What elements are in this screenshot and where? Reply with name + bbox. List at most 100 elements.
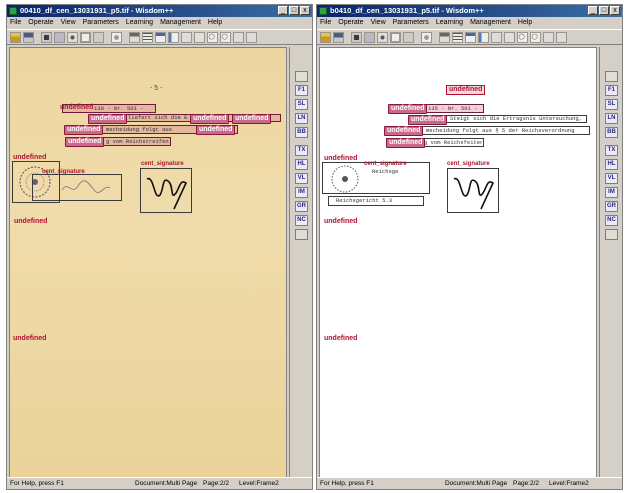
open-icon[interactable] bbox=[320, 32, 331, 43]
layout-icon[interactable] bbox=[93, 32, 104, 43]
side-button-gr[interactable]: GR bbox=[295, 201, 308, 212]
zoom-out-icon[interactable] bbox=[220, 32, 231, 43]
signature-image bbox=[453, 177, 495, 210]
settings-icon[interactable] bbox=[377, 32, 388, 43]
document-icon[interactable] bbox=[155, 32, 166, 43]
menu-learning[interactable]: Learning bbox=[126, 17, 153, 28]
frame-icon[interactable] bbox=[194, 32, 205, 43]
page-icon[interactable] bbox=[80, 32, 91, 43]
monitor-icon[interactable] bbox=[41, 32, 52, 43]
status-level: Level:Frame2 bbox=[549, 480, 589, 487]
side-button-ln[interactable]: LN bbox=[295, 113, 308, 124]
side-button-f1[interactable]: F1 bbox=[605, 85, 618, 96]
side-button-sl[interactable]: SL bbox=[295, 99, 308, 110]
document-canvas[interactable]: - 5 - undefined 130 - Nr. 501 - undefine… bbox=[9, 47, 287, 478]
side-button-bb[interactable]: BB bbox=[295, 127, 308, 138]
prev-page-icon[interactable] bbox=[543, 32, 554, 43]
menu-parameters[interactable]: Parameters bbox=[83, 17, 119, 28]
monitor-icon[interactable] bbox=[351, 32, 362, 43]
stamp-image bbox=[331, 165, 359, 193]
layout-icon[interactable] bbox=[403, 32, 414, 43]
side-button-bb[interactable]: BB bbox=[605, 127, 618, 138]
chart-icon[interactable] bbox=[168, 32, 179, 43]
side-button-blank[interactable] bbox=[605, 229, 618, 240]
menu-operate[interactable]: Operate bbox=[338, 17, 363, 28]
text-line: mecheidung folgt aus § 5 der Reichsveror… bbox=[426, 128, 575, 134]
side-button-blank[interactable] bbox=[605, 71, 618, 82]
window-left: 00410_df_cen_13031931_p5.tif - Wisdom++ … bbox=[6, 4, 313, 490]
text-line: 135 - Nr. 501 - bbox=[428, 106, 478, 112]
maximize-button[interactable]: □ bbox=[599, 6, 609, 15]
menu-view[interactable]: View bbox=[371, 17, 386, 28]
side-button-vl[interactable]: VL bbox=[605, 173, 618, 184]
side-button-blank[interactable] bbox=[295, 229, 308, 240]
menu-file[interactable]: File bbox=[320, 17, 331, 28]
page-number: - 5 - bbox=[150, 85, 163, 92]
list-icon[interactable] bbox=[142, 32, 153, 43]
document-canvas[interactable]: undefined undefined 135 - Nr. 501 - unde… bbox=[319, 47, 597, 478]
settings-icon[interactable] bbox=[67, 32, 78, 43]
list-icon[interactable] bbox=[452, 32, 463, 43]
refresh-icon[interactable] bbox=[111, 32, 122, 43]
minimize-button[interactable]: _ bbox=[278, 6, 288, 15]
zoom-in-icon[interactable] bbox=[207, 32, 218, 43]
columns-icon[interactable] bbox=[491, 32, 502, 43]
close-button[interactable]: x bbox=[300, 6, 310, 15]
title-bar[interactable]: b0410_df_cen_13031931_p5.tif - Wisdom++ … bbox=[317, 5, 622, 17]
menu-file[interactable]: File bbox=[10, 17, 21, 28]
next-page-icon[interactable] bbox=[246, 32, 257, 43]
window-title: b0410_df_cen_13031931_p5.tif - Wisdom++ bbox=[330, 6, 484, 15]
refresh-icon[interactable] bbox=[421, 32, 432, 43]
menu-view[interactable]: View bbox=[61, 17, 76, 28]
side-button-blank[interactable] bbox=[295, 71, 308, 82]
side-button-nc[interactable]: NC bbox=[605, 215, 618, 226]
chart-icon[interactable] bbox=[478, 32, 489, 43]
menu-parameters[interactable]: Parameters bbox=[393, 17, 429, 28]
window-title: 00410_df_cen_13031931_p5.tif - Wisdom++ bbox=[20, 6, 174, 15]
cent-signature-label: cent_signature bbox=[447, 161, 490, 167]
title-bar[interactable]: 00410_df_cen_13031931_p5.tif - Wisdom++ … bbox=[7, 5, 312, 17]
columns-icon[interactable] bbox=[181, 32, 192, 43]
print-icon[interactable] bbox=[129, 32, 140, 43]
close-button[interactable]: x bbox=[610, 6, 620, 15]
page-icon[interactable] bbox=[390, 32, 401, 43]
zoom-out-icon[interactable] bbox=[530, 32, 541, 43]
document-icon[interactable] bbox=[465, 32, 476, 43]
open-icon[interactable] bbox=[10, 32, 21, 43]
frame-icon[interactable] bbox=[504, 32, 515, 43]
side-button-hl[interactable]: HL bbox=[605, 159, 618, 170]
prev-page-icon[interactable] bbox=[233, 32, 244, 43]
undefined-label: undefined bbox=[232, 114, 272, 124]
minimize-button[interactable]: _ bbox=[588, 6, 598, 15]
menu-help[interactable]: Help bbox=[208, 17, 222, 28]
menu-management[interactable]: Management bbox=[160, 17, 201, 28]
print-icon[interactable] bbox=[439, 32, 450, 43]
zoom-in-icon[interactable] bbox=[517, 32, 528, 43]
side-button-tx[interactable]: TX bbox=[295, 145, 308, 156]
side-button-hl[interactable]: HL bbox=[295, 159, 308, 170]
side-button-nc[interactable]: NC bbox=[295, 215, 308, 226]
menu-learning[interactable]: Learning bbox=[436, 17, 463, 28]
menu-operate[interactable]: Operate bbox=[28, 17, 53, 28]
tool-sidebar: F1 SL LN BB TX HL VL IM GR NC bbox=[289, 47, 312, 478]
save-icon[interactable] bbox=[333, 32, 344, 43]
side-button-sl[interactable]: SL bbox=[605, 99, 618, 110]
side-button-tx[interactable]: TX bbox=[605, 145, 618, 156]
text-line: Steigt sich die Ertragsnis Untersuchung, bbox=[450, 116, 583, 122]
next-page-icon[interactable] bbox=[556, 32, 567, 43]
save-icon[interactable] bbox=[23, 32, 34, 43]
side-button-vl[interactable]: VL bbox=[295, 173, 308, 184]
side-button-im[interactable]: IM bbox=[295, 187, 308, 198]
menu-help[interactable]: Help bbox=[518, 17, 532, 28]
undefined-label: undefined bbox=[88, 114, 128, 124]
tool-icon[interactable] bbox=[364, 32, 375, 43]
side-button-gr[interactable]: GR bbox=[605, 201, 618, 212]
tool-icon[interactable] bbox=[54, 32, 65, 43]
cent-signature-label: cent_signature bbox=[364, 161, 407, 167]
side-button-f1[interactable]: F1 bbox=[295, 85, 308, 96]
undefined-label: undefined bbox=[408, 115, 448, 125]
menu-management[interactable]: Management bbox=[470, 17, 511, 28]
side-button-ln[interactable]: LN bbox=[605, 113, 618, 124]
maximize-button[interactable]: □ bbox=[289, 6, 299, 15]
side-button-im[interactable]: IM bbox=[605, 187, 618, 198]
